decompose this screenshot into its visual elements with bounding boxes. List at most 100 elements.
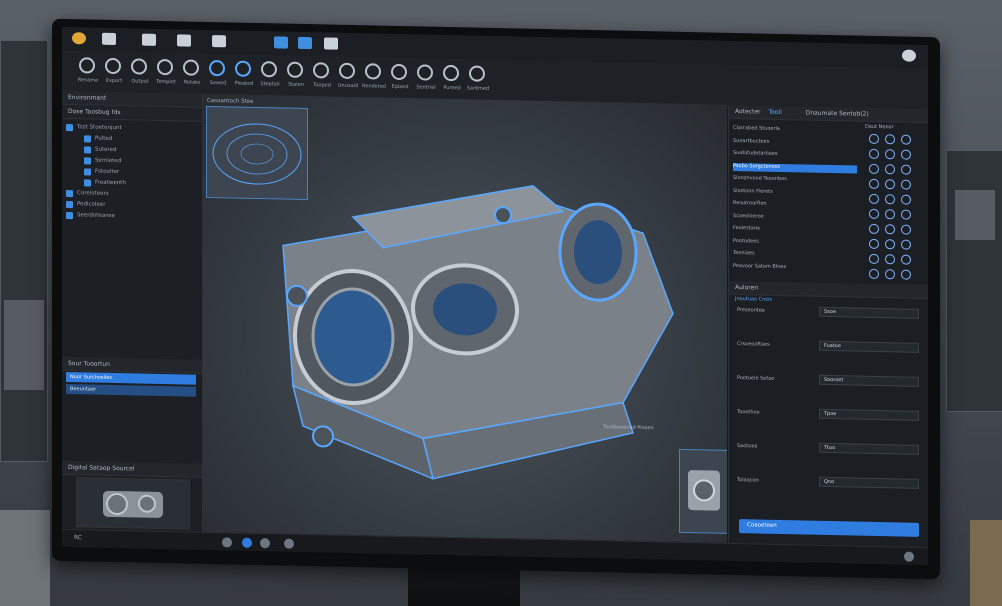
tool-circle-icon[interactable] bbox=[885, 209, 895, 220]
lower-item[interactable]: Beeuntaer bbox=[66, 383, 196, 397]
right-tabs: Aotecter Tooll Dnaumate Sentob(2) bbox=[729, 104, 928, 124]
property-item[interactable]: Slostonn Fierets bbox=[733, 187, 857, 198]
tree-item-label: Coreloteers bbox=[77, 190, 109, 197]
tool-circle-icon[interactable] bbox=[901, 134, 911, 145]
field-value-input[interactable]: Sooroet bbox=[819, 374, 919, 387]
property-item[interactable]: Slonshvood Teoonbes bbox=[733, 175, 857, 186]
tool-circle-icon[interactable] bbox=[885, 194, 895, 205]
view-inset-image bbox=[688, 470, 720, 511]
left-empty-area bbox=[62, 290, 202, 366]
apply-button[interactable]: Coaoeteen bbox=[739, 519, 919, 537]
3d-viewport[interactable]: Casoantoch Stee Tooltlowened Plosen bbox=[203, 93, 727, 543]
tool-circle-icon[interactable] bbox=[869, 193, 879, 205]
file-icon[interactable] bbox=[102, 32, 116, 46]
tool-circle-icon[interactable] bbox=[869, 208, 879, 220]
minimize-icon[interactable] bbox=[902, 49, 916, 62]
lower-item-selected[interactable]: Nuor Surchosiles bbox=[66, 371, 196, 385]
tool-circle-icon[interactable] bbox=[869, 163, 879, 175]
tree-node-icon bbox=[84, 168, 91, 176]
tree-item-label: Sutered bbox=[95, 146, 117, 154]
tool-circle-icon[interactable] bbox=[885, 179, 895, 190]
app-icon[interactable] bbox=[72, 32, 86, 45]
background-rack-left bbox=[0, 40, 48, 462]
rotate-icon[interactable] bbox=[222, 537, 232, 548]
help-icon[interactable] bbox=[324, 37, 338, 50]
tool-circle-icon[interactable] bbox=[901, 194, 911, 205]
field-label: Crsoeooftaes bbox=[737, 341, 770, 348]
property-item[interactable]: Resutroorfien bbox=[733, 200, 857, 211]
preview-title: Digital Sataop Sourcel bbox=[62, 460, 202, 478]
property-item[interactable]: Sueartbuctees bbox=[733, 137, 857, 148]
tool-circle-icon[interactable] bbox=[885, 224, 895, 235]
tool-circle-icon[interactable] bbox=[869, 268, 879, 280]
tool-circle-icon[interactable] bbox=[885, 149, 895, 160]
window-icon[interactable] bbox=[298, 36, 312, 50]
tab-properties[interactable]: Aotecter bbox=[735, 108, 761, 116]
view-cube-icon[interactable] bbox=[904, 551, 914, 562]
tool-circle-icon[interactable] bbox=[901, 269, 911, 280]
tab-tools[interactable]: Tooll bbox=[768, 109, 781, 116]
screen: Rename Export Output Templet Rotate Sewed Plea… bbox=[62, 26, 928, 566]
property-item[interactable]: Scoeoloeroe bbox=[733, 212, 857, 223]
tool-circle-icon[interactable] bbox=[869, 223, 879, 235]
tool-circle-icon[interactable] bbox=[869, 238, 879, 250]
render-icon bbox=[391, 63, 407, 81]
property-item[interactable]: Pootodees bbox=[733, 237, 857, 248]
tree-item[interactable]: Seerdoteanse bbox=[62, 210, 202, 224]
part-preview[interactable] bbox=[76, 477, 190, 530]
field-value-input[interactable]: Qno bbox=[819, 476, 919, 489]
status-text: RC bbox=[74, 534, 83, 542]
field-label: Saotoea bbox=[737, 443, 758, 450]
zoom-icon[interactable] bbox=[260, 538, 270, 549]
edit-icon[interactable] bbox=[142, 33, 156, 46]
tree-item-label: Pedicoleer bbox=[77, 201, 106, 208]
tool-circle-icon[interactable] bbox=[885, 254, 895, 265]
fit-icon[interactable] bbox=[284, 538, 294, 549]
tool-circle-icon[interactable] bbox=[869, 148, 879, 160]
tool-circle-icon[interactable] bbox=[869, 133, 879, 145]
tool-circle-icon[interactable] bbox=[901, 164, 911, 175]
view-inset[interactable] bbox=[679, 448, 727, 535]
tree-node-icon bbox=[84, 179, 91, 187]
field-value-input[interactable]: Ssoe bbox=[819, 306, 919, 319]
tree-node-icon bbox=[84, 157, 91, 165]
tool-circle-icon[interactable] bbox=[869, 253, 879, 265]
tool-circle-icon[interactable] bbox=[885, 239, 895, 250]
tool-circle-icon[interactable] bbox=[901, 239, 911, 250]
field-value-input[interactable]: Tpoe bbox=[819, 408, 919, 421]
property-item[interactable]: Psobo Sorgctonoss bbox=[733, 162, 857, 174]
tool-circle-icon[interactable] bbox=[885, 134, 895, 145]
field-value-input[interactable]: Fuatoe bbox=[819, 340, 919, 353]
tree-item-label: Tost Stoetenjunt bbox=[77, 124, 122, 132]
pan-icon[interactable] bbox=[242, 537, 252, 548]
desk-tool bbox=[0, 510, 50, 606]
tool-circle-icon[interactable] bbox=[901, 149, 911, 160]
field-value-input[interactable]: Ttoo bbox=[819, 442, 919, 455]
tree-item-label: Semleted bbox=[95, 157, 122, 165]
sketch-icon bbox=[157, 58, 173, 76]
tool-circle-icon[interactable] bbox=[885, 269, 895, 280]
insert-icon[interactable] bbox=[212, 35, 226, 48]
tree-node-icon bbox=[84, 135, 91, 143]
tool-circle-icon[interactable] bbox=[901, 179, 911, 190]
monitor: Rename Export Output Templet Rotate Sewed Plea… bbox=[52, 18, 940, 580]
tool-circle-icon[interactable] bbox=[869, 178, 879, 190]
view-icon[interactable] bbox=[177, 34, 191, 47]
property-item[interactable]: Clarrabed Stuoerla bbox=[733, 125, 857, 136]
tree-node-icon bbox=[84, 146, 91, 154]
tool-circle-icon[interactable] bbox=[901, 224, 911, 235]
property-item[interactable]: Feolestane bbox=[733, 225, 857, 236]
tool-circle-icon[interactable] bbox=[901, 209, 911, 220]
tools-icon[interactable] bbox=[274, 36, 288, 49]
property-item[interactable]: Peavoor Satom Blnes bbox=[733, 262, 857, 273]
inset-caption: Tooltlowened Plosen bbox=[603, 424, 654, 432]
ribbon-button-15[interactable]: Santmed bbox=[460, 63, 496, 96]
tree-item-label: Freatwenth bbox=[95, 179, 126, 187]
part-model bbox=[282, 184, 674, 480]
tool-circle-icon[interactable] bbox=[885, 164, 895, 175]
property-item[interactable]: Suebitudetartiaes bbox=[733, 150, 857, 161]
shell-icon bbox=[287, 61, 303, 78]
field-label: Tolaacon bbox=[737, 477, 759, 484]
tool-circle-icon[interactable] bbox=[901, 254, 911, 265]
property-item[interactable]: Teeniaes bbox=[733, 250, 857, 261]
